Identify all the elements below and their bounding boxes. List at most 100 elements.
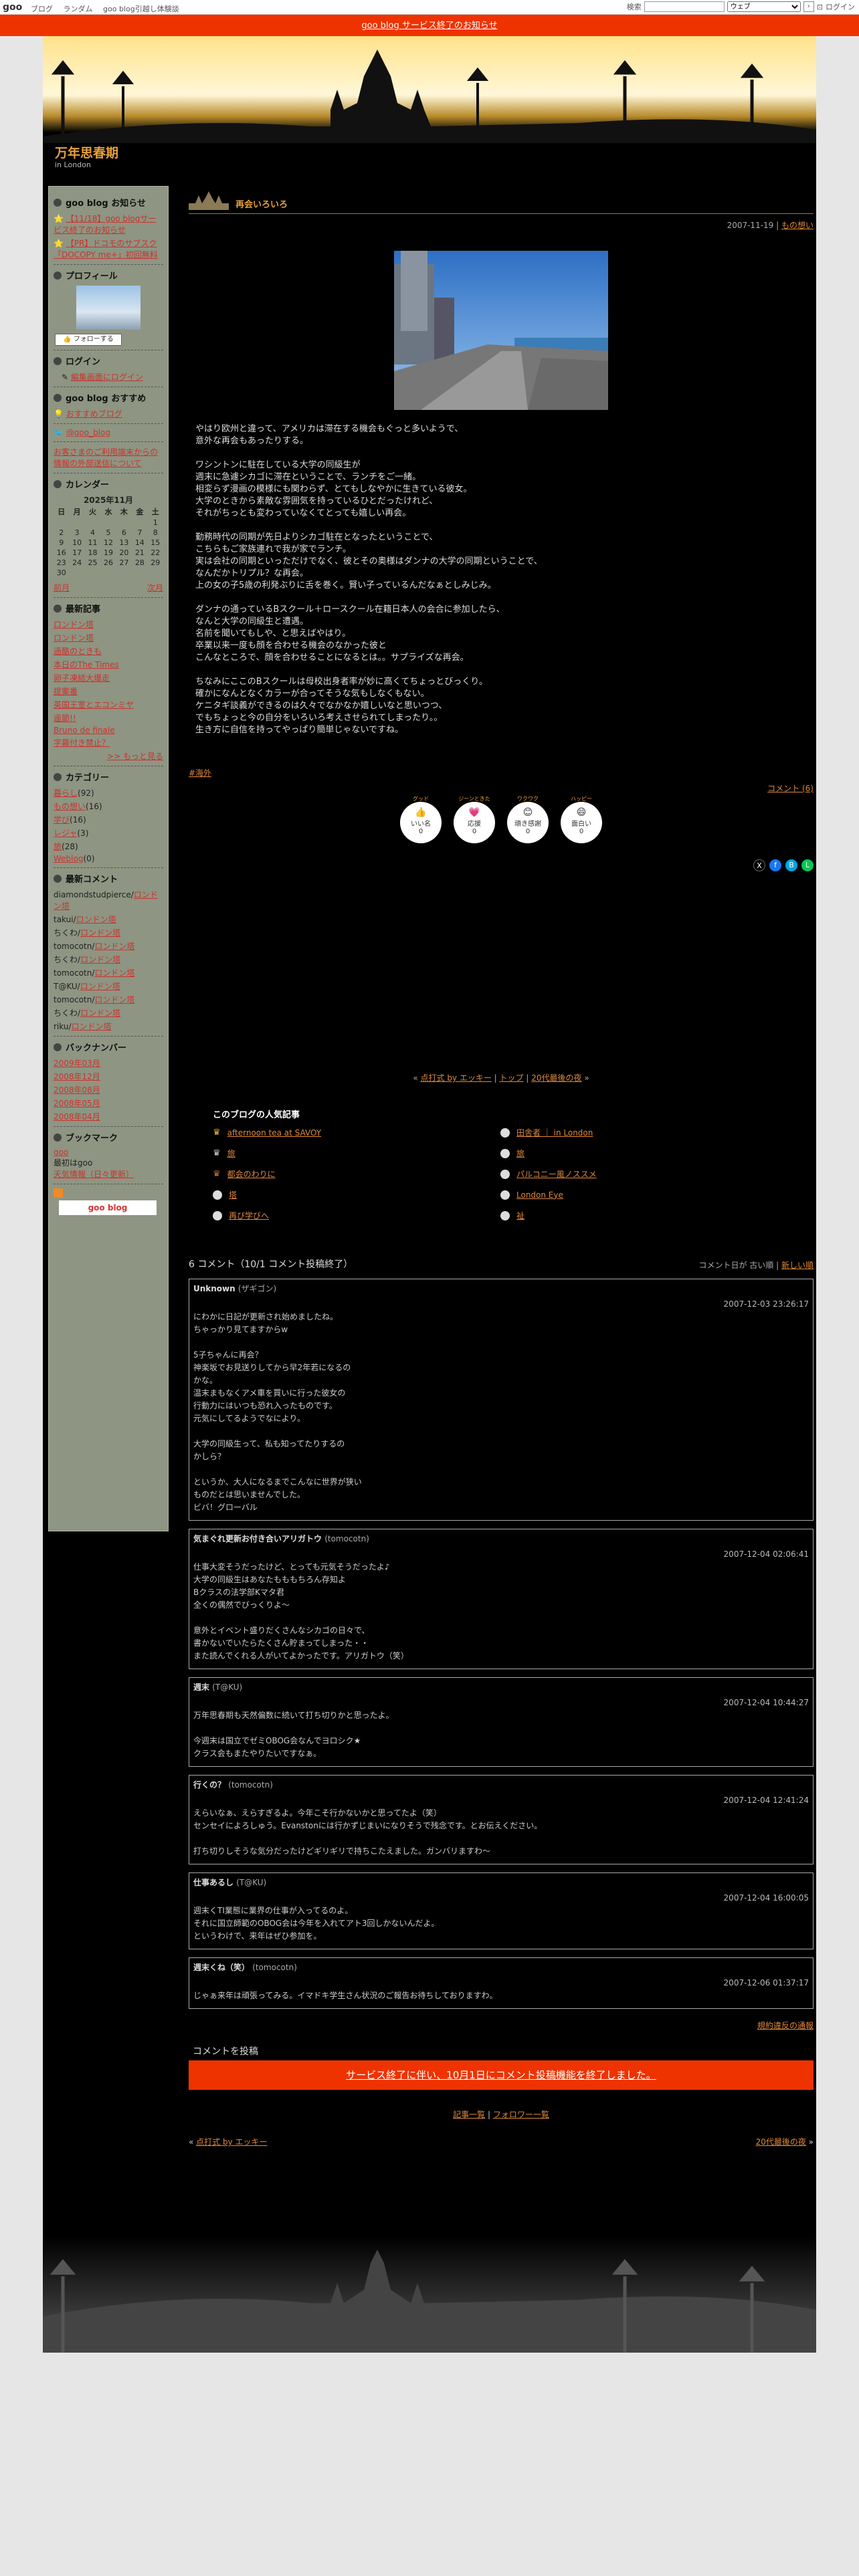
post-line: ケニタギ談義ができるのは久々でなかなか嬉しいなと思いつつ、 xyxy=(195,701,448,711)
comment-closed-link[interactable]: サービス終了に伴い、10月1日にコメント投稿機能を終了しました。 xyxy=(346,2069,656,2081)
recent-post-link[interactable]: Bruno de finale xyxy=(54,726,115,735)
goo-logo[interactable]: goo xyxy=(3,2,22,13)
latest-comment-link[interactable]: ロンドン塔 xyxy=(94,995,134,1004)
recent-post-link[interactable]: 過酷のときも xyxy=(54,647,102,656)
latest-comment-link[interactable]: ロンドン塔 xyxy=(72,1022,112,1031)
backnumber-link[interactable]: 2009年03月 xyxy=(54,1059,100,1068)
nav-migration[interactable]: goo blog引越し体験談 xyxy=(103,5,179,13)
report-violation-link[interactable]: 規約違反の通報 xyxy=(757,2021,814,2030)
search-scope-select[interactable]: ウェブ xyxy=(727,1,801,12)
follower-list-link[interactable]: フォロワー一覧 xyxy=(493,2110,549,2119)
rss-icon[interactable] xyxy=(54,1188,63,1198)
recommend-link[interactable]: おすすめブログ xyxy=(66,409,122,419)
recent-post-link[interactable]: ロンドン塔 xyxy=(54,620,94,629)
recent-post-link[interactable]: 字幕付き禁止？ xyxy=(54,738,110,748)
category-link[interactable]: Weblog xyxy=(54,854,83,863)
search-go-button[interactable]: › xyxy=(803,1,814,12)
smile-icon: 😊 xyxy=(522,807,533,818)
reaction-button[interactable]: グッド 👍 いい名 0 xyxy=(400,796,442,843)
popular-link[interactable]: パルコニー風ノススメ xyxy=(516,1168,597,1180)
recent-post-link[interactable]: ロンドン塔 xyxy=(54,633,94,643)
latest-comment-link[interactable]: ロンドン塔 xyxy=(80,928,120,938)
post-category-link[interactable]: もの想い xyxy=(781,221,814,230)
latest-comment-link[interactable]: ロンドン塔 xyxy=(80,982,120,991)
bottom-prev-link[interactable]: 点打式 by エッキー xyxy=(196,2137,267,2147)
recent-post-link[interactable]: 遥節!! xyxy=(54,714,76,723)
next-post-link[interactable]: 20代最後の夜 xyxy=(531,1073,581,1083)
nav-random[interactable]: ランダム xyxy=(64,5,93,13)
backnumber-link[interactable]: 2008年05月 xyxy=(54,1099,100,1108)
service-end-link[interactable]: goo blog サービス終了のお知らせ xyxy=(361,21,497,31)
backnumber-link[interactable]: 2008年04月 xyxy=(54,1112,100,1121)
facebook-share-icon[interactable]: f xyxy=(769,859,781,871)
bookmark-link[interactable]: 天気情報（日々更新） xyxy=(54,1170,134,1179)
sort-new-link[interactable]: 新しい順 xyxy=(781,1261,814,1270)
goo-blog-badge[interactable]: goo blog xyxy=(59,1200,157,1215)
popular-link[interactable]: 祉 xyxy=(516,1210,524,1221)
reaction-button[interactable]: ハッピー 😄 面白い 0 xyxy=(561,796,602,843)
comment-author: 週末 (T@KU) xyxy=(193,1683,243,1692)
category-link[interactable]: 旅 xyxy=(54,842,62,851)
privacy-link[interactable]: お客さまのご利用端末からの情報の外部送信について xyxy=(54,447,158,468)
latest-comment-link[interactable]: ロンドン塔 xyxy=(76,915,116,924)
category-link[interactable]: もの想い xyxy=(54,802,86,811)
latest-comment-item: ちくわ/ロンドン塔 xyxy=(54,1008,121,1018)
recent-post-link[interactable]: 提案番 xyxy=(54,687,78,696)
bottom-next-link[interactable]: 20代最後の夜 xyxy=(756,2137,806,2147)
popular-link[interactable]: 田舎者 ｜ in London xyxy=(516,1127,593,1138)
reaction-button[interactable]: ワクワク 😊 頑き感謝 0 xyxy=(507,796,549,843)
category-link[interactable]: 暮らし xyxy=(54,788,78,798)
news-link-1[interactable]: 【11/18】goo blogサービス終了のお知らせ xyxy=(54,214,156,235)
bullet-icon xyxy=(54,356,62,365)
popular-link[interactable]: 再び学びへ xyxy=(229,1210,269,1221)
category-link[interactable]: 学び xyxy=(54,815,70,825)
category-link[interactable]: レジャ xyxy=(54,829,77,838)
prev-post-link[interactable]: 点打式 by エッキー xyxy=(421,1073,492,1083)
nav-blog[interactable]: ブログ xyxy=(31,5,53,13)
blog-title[interactable]: 万年思春期 xyxy=(55,143,118,161)
popular-link[interactable]: 都会のわりに xyxy=(227,1168,276,1180)
prev-month-link[interactable]: 前月 xyxy=(54,582,70,593)
top-link[interactable]: トップ xyxy=(500,1073,524,1083)
backnumber-link[interactable]: 2008年08月 xyxy=(54,1085,100,1095)
line-share-icon[interactable]: L xyxy=(801,859,814,871)
post-navigation: « 点打式 by エッキー | トップ | 20代最後の夜 » xyxy=(413,1073,589,1083)
next-month-link[interactable]: 次月 xyxy=(147,582,163,593)
bullet-icon xyxy=(54,479,62,488)
login-link[interactable]: ログイン xyxy=(826,1,855,12)
recent-post-link[interactable]: 卵子凍結大爆走 xyxy=(54,673,110,683)
recent-post-link[interactable]: 本日のThe Times xyxy=(54,660,119,669)
search-input[interactable] xyxy=(644,1,725,12)
twitter-link[interactable]: @goo_blog xyxy=(66,428,110,437)
backnumber-link[interactable]: 2008年12月 xyxy=(54,1072,100,1081)
bookmark-link[interactable]: goo xyxy=(54,1148,68,1157)
comments-count-link[interactable]: コメント (6) xyxy=(767,784,814,793)
comment-line xyxy=(193,1612,809,1624)
header-banner xyxy=(43,36,816,143)
popular-link[interactable]: afternoon tea at SAVOY xyxy=(227,1128,321,1138)
rank-circle-icon xyxy=(500,1148,510,1158)
admin-login-link[interactable]: 編集画面にログイン xyxy=(71,372,143,382)
post-line: 相変らず漫画の模様にも関わらず、とてもしなやかに生きている彼女。 xyxy=(195,484,472,494)
popular-link[interactable]: 塔 xyxy=(229,1189,237,1200)
hatena-share-icon[interactable]: B xyxy=(785,859,797,871)
latest-comment-link[interactable]: ロンドン塔 xyxy=(80,1008,120,1018)
article-list-link[interactable]: 記事一覧 xyxy=(453,2110,485,2119)
popular-link[interactable]: London Eye xyxy=(516,1190,563,1200)
post-tag-link[interactable]: #海外 xyxy=(189,768,211,778)
follow-button[interactable]: 👍 フォローする xyxy=(55,334,122,346)
post-title[interactable]: 再会いろいろ xyxy=(235,197,288,210)
recent-post-link[interactable]: 英国王室とエコンミヤ xyxy=(54,700,134,710)
calendar: 日月火水木金土 1 2345678 9 10 11 12 13 14 15 16 17 18 19… xyxy=(54,506,163,578)
sort-old[interactable]: 古い順 xyxy=(749,1261,773,1270)
recent-more-link[interactable]: >> もっと見る xyxy=(107,752,163,761)
x-share-icon[interactable]: X xyxy=(753,859,765,871)
popular-link[interactable]: 旅 xyxy=(516,1148,524,1159)
news-link-2[interactable]: 【PR】ドコモのサブスク「DOCOPY me+」初回無料 xyxy=(54,239,158,259)
reaction-button[interactable]: ジーンときた 💗 応援 0 xyxy=(454,796,495,843)
popular-link[interactable]: 旅 xyxy=(227,1148,235,1159)
latest-comment-item: takui/ロンドン塔 xyxy=(54,915,116,924)
latest-comment-link[interactable]: ロンドン塔 xyxy=(94,968,134,978)
latest-comment-link[interactable]: ロンドン塔 xyxy=(94,942,134,951)
latest-comment-link[interactable]: ロンドン塔 xyxy=(80,955,120,964)
